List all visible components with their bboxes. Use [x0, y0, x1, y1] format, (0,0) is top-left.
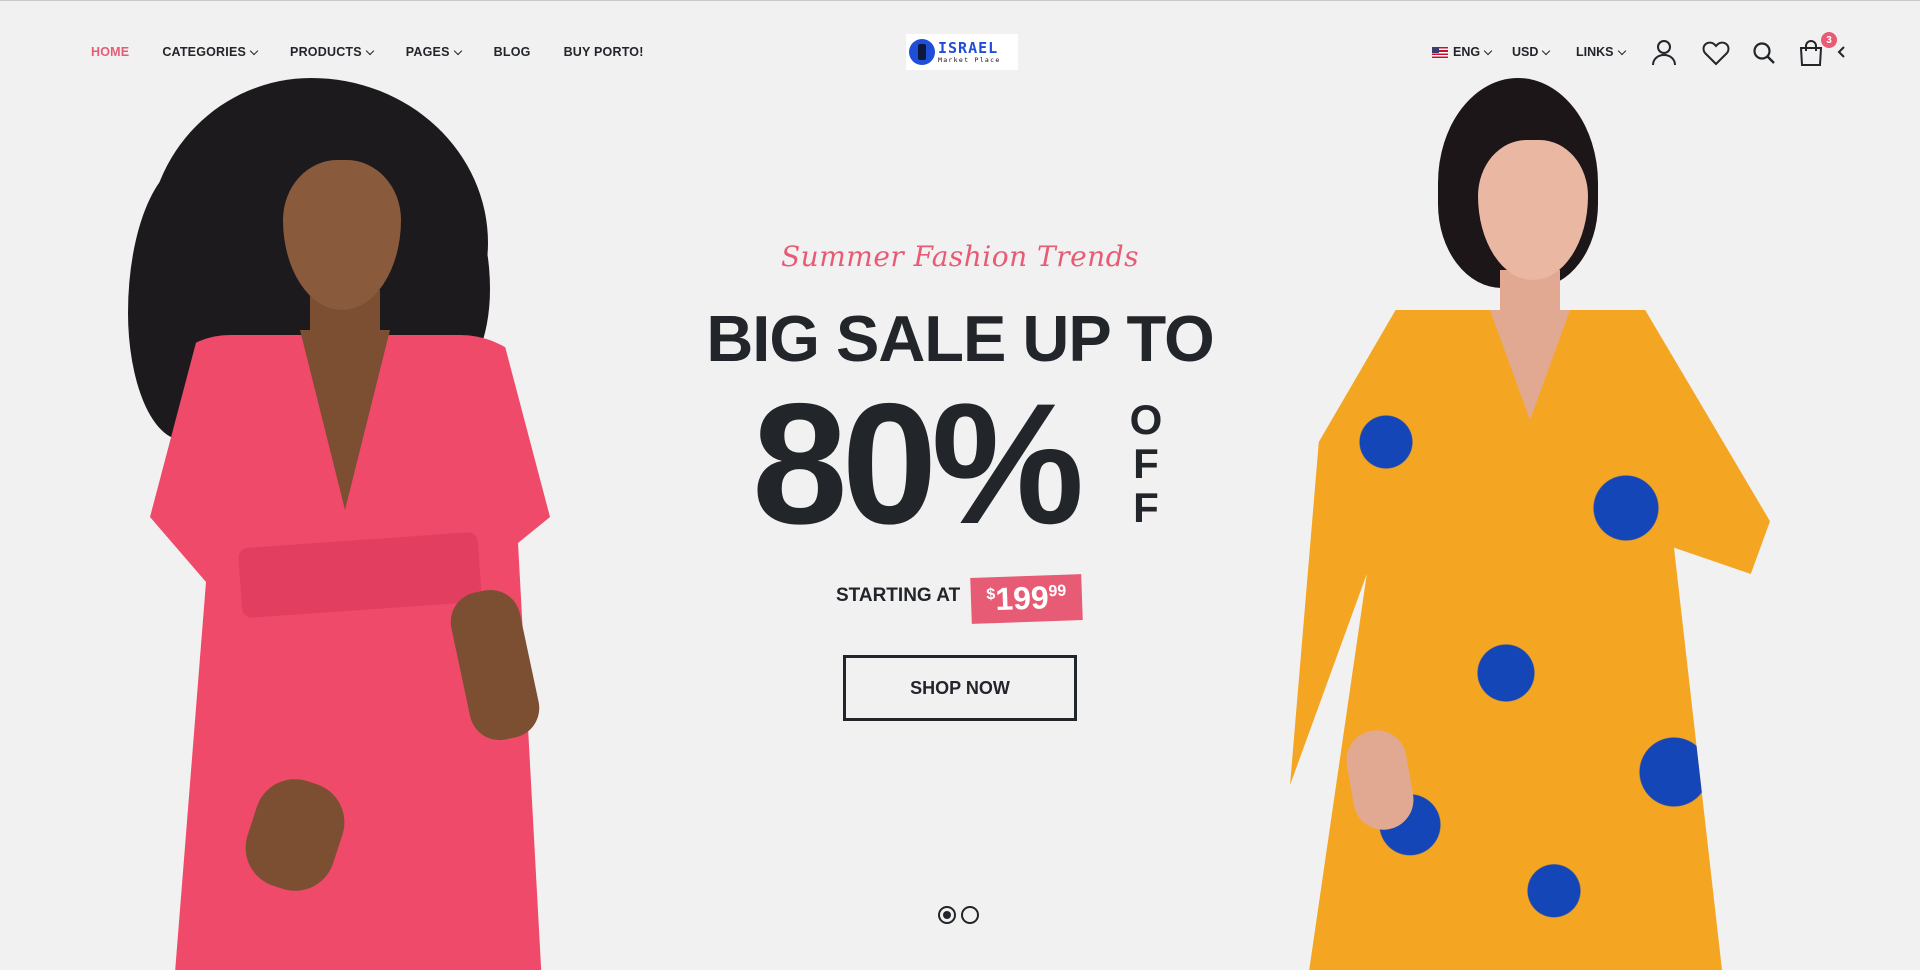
nav-item-label: BLOG: [493, 45, 531, 59]
price-cents: 99: [1048, 582, 1067, 601]
off-letter: O: [1129, 396, 1163, 443]
cart-count-badge: 3: [1821, 32, 1837, 48]
starting-at-label: STARTING AT: [836, 585, 961, 606]
site-logo[interactable]: ISRAEL Market Place: [906, 34, 1018, 70]
off-letter: F: [1133, 484, 1159, 531]
wishlist-button[interactable]: [1702, 40, 1730, 66]
logo-text: ISRAEL Market Place: [938, 38, 1001, 64]
logo-subtitle: Market Place: [938, 55, 1001, 64]
user-icon: [1652, 40, 1676, 66]
chevron-down-icon: [453, 46, 462, 55]
shop-now-button[interactable]: SHOP NOW: [843, 655, 1077, 721]
chevron-down-icon: [1483, 46, 1493, 55]
links-label: LINKS: [1576, 45, 1614, 59]
hero-off-text: O F F: [1128, 398, 1164, 530]
nav-item-buy-porto[interactable]: BUY PORTO!: [564, 45, 644, 59]
nav-item-label: PAGES: [405, 45, 450, 59]
search-button[interactable]: [1752, 41, 1776, 65]
price-tag: $ 199 99: [970, 574, 1083, 624]
cart-button[interactable]: 3: [1797, 32, 1837, 67]
chevron-down-icon: [1617, 46, 1626, 55]
nav-item-label: PRODUCTS: [290, 45, 362, 59]
nav-item-label: CATEGORIES: [162, 45, 247, 59]
hero-discount-percent: 80%: [752, 368, 1084, 560]
slider-dot-1[interactable]: [938, 906, 956, 924]
language-switcher[interactable]: ENG: [1432, 45, 1493, 59]
hero-headline: BIG SALE UP TO: [706, 302, 1214, 375]
slider-pagination: [938, 906, 979, 924]
off-letter: F: [1133, 440, 1159, 487]
nav-item-home[interactable]: HOME: [91, 45, 129, 59]
chevron-left-icon: [1837, 46, 1845, 58]
price-main: 199: [994, 579, 1050, 618]
currency-label: USD: [1512, 45, 1539, 59]
account-button[interactable]: [1650, 38, 1678, 66]
heart-icon: [1702, 41, 1730, 66]
nav-item-blog[interactable]: BLOG: [494, 45, 531, 59]
site-header: HOME CATEGORIES PRODUCTS PAGES BLOG BUY …: [0, 0, 1920, 106]
links-dropdown[interactable]: LINKS: [1576, 45, 1626, 59]
currency-switcher[interactable]: USD: [1512, 45, 1551, 59]
chevron-down-icon: [1542, 46, 1551, 55]
chevron-down-icon: [365, 46, 375, 55]
logo-mark-icon: [909, 39, 935, 65]
nav-item-label: HOME: [91, 45, 130, 59]
hero-subtitle: Summer Fashion Trends: [781, 240, 1139, 273]
main-nav: HOME CATEGORIES PRODUCTS PAGES BLOG BUY …: [91, 45, 677, 59]
language-label: ENG: [1453, 45, 1481, 59]
slider-dot-2[interactable]: [961, 906, 979, 924]
us-flag-icon: [1432, 46, 1448, 58]
nav-item-products[interactable]: PRODUCTS: [290, 45, 375, 59]
chevron-down-icon: [249, 46, 259, 55]
sidebar-toggle[interactable]: [1836, 45, 1846, 59]
nav-item-categories[interactable]: CATEGORIES: [162, 45, 259, 59]
logo-title: ISRAEL: [938, 38, 999, 57]
hero-slider: Summer Fashion Trends BIG SALE UP TO 80%…: [0, 0, 1920, 970]
nav-item-pages[interactable]: PAGES: [405, 45, 462, 59]
search-icon: [1753, 42, 1775, 64]
nav-item-label: BUY PORTO!: [563, 45, 644, 59]
